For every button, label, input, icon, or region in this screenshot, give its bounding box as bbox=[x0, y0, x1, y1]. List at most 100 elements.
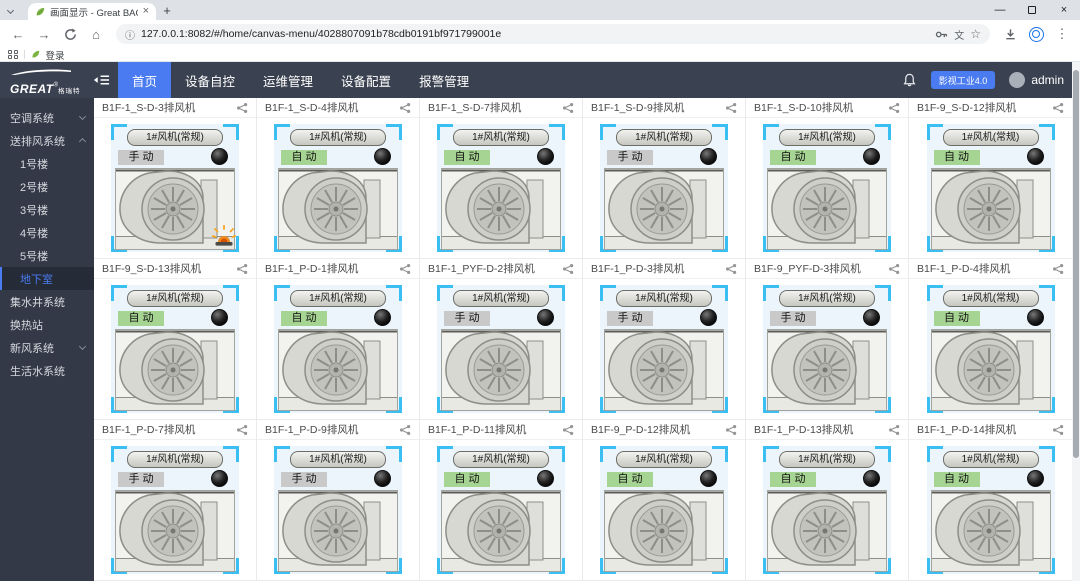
translate-icon[interactable]: 文 bbox=[954, 27, 964, 42]
mode-toggle[interactable]: 自 动 bbox=[770, 150, 816, 165]
fan-widget[interactable]: 1#风机(常规) 手 动 bbox=[600, 124, 728, 252]
share-icon[interactable] bbox=[888, 102, 900, 114]
fan-label-button[interactable]: 1#风机(常规) bbox=[127, 129, 223, 146]
fan-label-button[interactable]: 1#风机(常规) bbox=[290, 129, 386, 146]
fan-widget[interactable]: 1#风机(常规) 手 动 bbox=[763, 285, 891, 413]
mode-toggle[interactable]: 自 动 bbox=[444, 472, 490, 487]
share-icon[interactable] bbox=[1052, 263, 1064, 275]
fan-label-button[interactable]: 1#风机(常规) bbox=[616, 290, 712, 307]
home-button[interactable]: ⌂ bbox=[84, 22, 108, 46]
user-avatar[interactable] bbox=[1009, 72, 1026, 88]
sidebar-item[interactable]: 3号楼 bbox=[0, 198, 94, 221]
fan-label-button[interactable]: 1#风机(常规) bbox=[942, 129, 1039, 146]
page-scrollbar[interactable] bbox=[1072, 62, 1080, 581]
sidebar-item[interactable]: 地下室 bbox=[0, 267, 94, 290]
share-icon[interactable] bbox=[399, 102, 411, 114]
share-icon[interactable] bbox=[725, 102, 737, 114]
share-icon[interactable] bbox=[562, 102, 574, 114]
mode-toggle[interactable]: 自 动 bbox=[118, 311, 164, 326]
fan-label-button[interactable]: 1#风机(常规) bbox=[453, 451, 549, 468]
sidebar-item[interactable]: 4号楼 bbox=[0, 221, 94, 244]
fan-label-button[interactable]: 1#风机(常规) bbox=[779, 129, 875, 146]
new-tab-button[interactable]: + bbox=[156, 0, 178, 20]
tab-search-button[interactable] bbox=[0, 0, 20, 20]
user-name[interactable]: admin bbox=[1031, 73, 1064, 87]
share-icon[interactable] bbox=[725, 263, 737, 275]
mode-toggle[interactable]: 手 动 bbox=[118, 472, 164, 487]
bookmark-star-icon[interactable]: ☆ bbox=[970, 27, 981, 41]
close-button[interactable]: × bbox=[1048, 0, 1080, 20]
fan-widget[interactable]: 1#风机(常规) 自 动 bbox=[437, 446, 565, 574]
share-icon[interactable] bbox=[888, 424, 900, 436]
fan-widget[interactable]: 1#风机(常规) 自 动 bbox=[926, 446, 1055, 574]
share-icon[interactable] bbox=[1052, 424, 1064, 436]
fan-widget[interactable]: 1#风机(常规) 手 动 bbox=[600, 285, 728, 413]
profile-avatar[interactable] bbox=[1024, 22, 1048, 46]
minimize-button[interactable]: — bbox=[984, 0, 1016, 20]
share-icon[interactable] bbox=[888, 263, 900, 275]
fan-widget[interactable]: 1#风机(常规) 自 动 bbox=[600, 446, 728, 574]
fan-widget[interactable]: 1#风机(常规) 自 动 bbox=[763, 124, 891, 252]
sidebar-collapse-button[interactable] bbox=[88, 62, 114, 98]
fan-widget[interactable]: 1#风机(常规) 自 动 bbox=[926, 285, 1055, 413]
share-icon[interactable] bbox=[725, 424, 737, 436]
sidebar-item[interactable]: 1号楼 bbox=[0, 152, 94, 175]
fan-label-button[interactable]: 1#风机(常规) bbox=[453, 290, 549, 307]
share-icon[interactable] bbox=[236, 424, 248, 436]
mode-toggle[interactable]: 手 动 bbox=[281, 472, 327, 487]
mode-toggle[interactable]: 手 动 bbox=[444, 311, 490, 326]
fan-widget[interactable]: 1#风机(常规) 自 动 bbox=[274, 124, 402, 252]
mode-toggle[interactable]: 自 动 bbox=[770, 472, 816, 487]
fan-widget[interactable]: 1#风机(常规) 手 动 bbox=[111, 446, 239, 574]
share-icon[interactable] bbox=[399, 424, 411, 436]
fan-widget[interactable]: 1#风机(常规) 自 动 bbox=[274, 285, 402, 413]
tab-close-icon[interactable]: × bbox=[143, 6, 149, 17]
fan-label-button[interactable]: 1#风机(常规) bbox=[942, 451, 1039, 468]
nav-tab[interactable]: 设备自控 bbox=[171, 62, 249, 98]
sidebar-item[interactable]: 生活水系统 bbox=[0, 359, 94, 382]
mode-toggle[interactable]: 自 动 bbox=[281, 150, 327, 165]
nav-tab[interactable]: 首页 bbox=[118, 62, 172, 98]
mode-toggle[interactable]: 自 动 bbox=[281, 311, 327, 326]
reload-button[interactable] bbox=[58, 22, 82, 46]
fan-label-button[interactable]: 1#风机(常规) bbox=[127, 451, 223, 468]
fan-widget[interactable]: 1#风机(常规) 手 动 bbox=[274, 446, 402, 574]
fan-label-button[interactable]: 1#风机(常规) bbox=[616, 129, 712, 146]
fan-label-button[interactable]: 1#风机(常规) bbox=[127, 290, 223, 307]
fan-label-button[interactable]: 1#风机(常规) bbox=[779, 451, 875, 468]
share-icon[interactable] bbox=[562, 263, 574, 275]
fan-widget[interactable]: 1#风机(常规) 自 动 bbox=[111, 285, 239, 413]
mode-toggle[interactable]: 手 动 bbox=[118, 150, 164, 165]
sidebar-item[interactable]: 新风系统 bbox=[0, 336, 94, 359]
share-icon[interactable] bbox=[236, 102, 248, 114]
mode-toggle[interactable]: 自 动 bbox=[933, 311, 980, 326]
fan-label-button[interactable]: 1#风机(常规) bbox=[942, 290, 1039, 307]
mode-toggle[interactable]: 自 动 bbox=[933, 472, 980, 487]
nav-tab[interactable]: 设备配置 bbox=[327, 62, 405, 98]
fan-label-button[interactable]: 1#风机(常规) bbox=[290, 451, 386, 468]
browser-tab[interactable]: 画面显示 - Great BAOS × bbox=[28, 3, 156, 20]
sidebar-item[interactable]: 换热站 bbox=[0, 313, 94, 336]
url-text[interactable]: 127.0.0.1:8082/#/home/canvas-menu/402880… bbox=[141, 28, 929, 40]
mode-toggle[interactable]: 自 动 bbox=[933, 150, 980, 165]
env-badge[interactable]: 影视工业4.0 bbox=[930, 71, 996, 89]
fan-widget[interactable]: 1#风机(常规) 自 动 bbox=[763, 446, 891, 574]
fan-widget[interactable]: 1#风机(常规) 手 动 bbox=[111, 124, 239, 252]
sidebar-item[interactable]: 送排风系统 bbox=[0, 129, 94, 152]
share-icon[interactable] bbox=[236, 263, 248, 275]
mode-toggle[interactable]: 手 动 bbox=[770, 311, 816, 326]
nav-tab[interactable]: 报警管理 bbox=[405, 62, 483, 98]
scrollbar-thumb[interactable] bbox=[1073, 70, 1079, 458]
mode-toggle[interactable]: 手 动 bbox=[607, 150, 653, 165]
fan-label-button[interactable]: 1#风机(常规) bbox=[779, 290, 875, 307]
share-icon[interactable] bbox=[1052, 102, 1064, 114]
share-icon[interactable] bbox=[562, 424, 574, 436]
browser-menu-button[interactable]: ⋮ bbox=[1050, 22, 1074, 46]
downloads-button[interactable] bbox=[998, 22, 1022, 46]
fan-widget[interactable]: 1#风机(常规) 自 动 bbox=[437, 124, 565, 252]
mode-toggle[interactable]: 自 动 bbox=[444, 150, 490, 165]
sidebar-item[interactable]: 5号楼 bbox=[0, 244, 94, 267]
mode-toggle[interactable]: 自 动 bbox=[607, 472, 653, 487]
fan-label-button[interactable]: 1#风机(常规) bbox=[453, 129, 549, 146]
apps-grid-icon[interactable] bbox=[8, 49, 18, 60]
